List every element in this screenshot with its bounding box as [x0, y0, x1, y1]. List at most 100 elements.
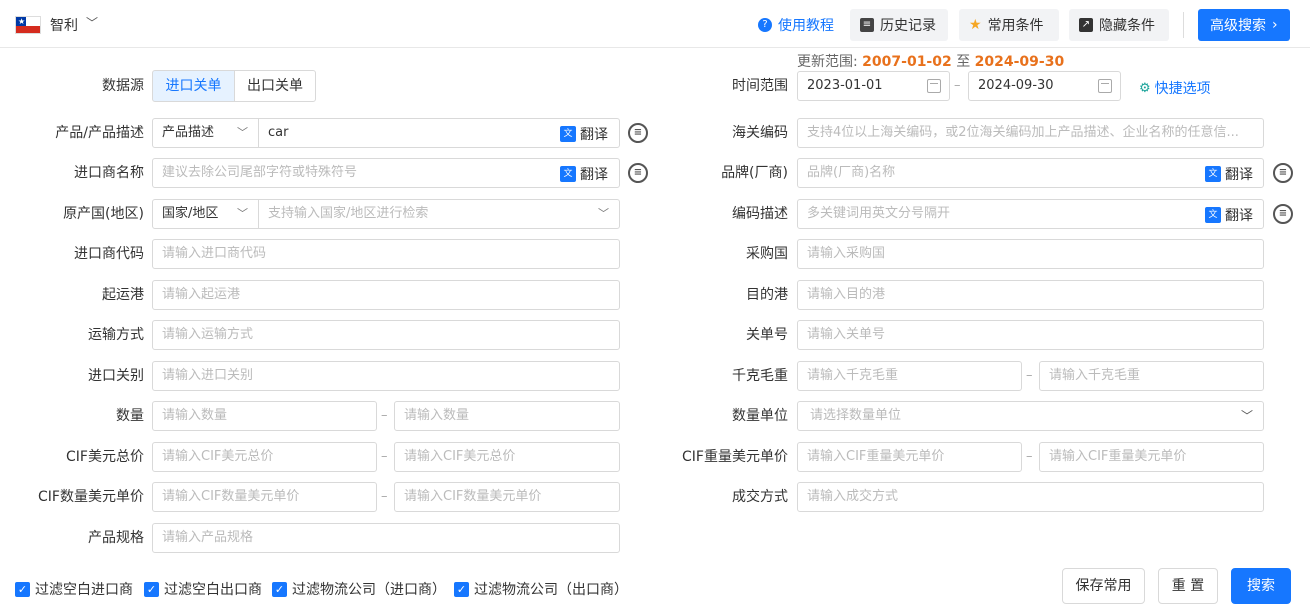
cif-unit-max-input[interactable]: 请输入CIF数量美元单价	[394, 482, 620, 512]
port-label: 起运港	[102, 287, 144, 303]
cif-unit-min-input[interactable]: 请输入CIF数量美元单价	[152, 482, 377, 512]
product-label: 产品/产品描述	[55, 125, 144, 141]
checkbox-checked-icon: ✓	[272, 581, 287, 597]
range-dash: –	[1026, 449, 1033, 464]
save-common-button[interactable]: 保存常用	[1062, 568, 1145, 604]
cif-total-label: CIF美元总价	[66, 449, 144, 465]
transport-label: 运输方式	[88, 327, 144, 343]
datasource-label: 数据源	[102, 78, 144, 94]
deal-label: 成交方式	[732, 489, 788, 505]
list-circle-icon[interactable]: ≡	[628, 163, 648, 183]
bill-input[interactable]: 请输入关单号	[797, 320, 1264, 350]
quick-options-icon: ⚙	[1139, 80, 1151, 96]
checkbox-checked-icon: ✓	[144, 581, 159, 597]
buyer-country-label: 采购国	[746, 246, 788, 262]
hs-label: 海关编码	[732, 125, 788, 141]
qty-max-input[interactable]: 请输入数量	[394, 401, 620, 431]
range-dash: –	[381, 449, 388, 464]
code-desc-label: 编码描述	[732, 206, 788, 222]
update-range: 更新范围: 2007-01-02 至 2024-09-30	[797, 54, 1065, 70]
brand-input[interactable]: 品牌(厂商)名称	[797, 158, 1264, 188]
hs-input[interactable]: 支持4位以上海关编码，或2位海关编码加上产品描述、企业名称的任意信...	[797, 118, 1264, 148]
advanced-search-button[interactable]: 高级搜索 ›	[1198, 9, 1290, 41]
chevron-down-icon: ﹀	[598, 207, 609, 220]
customs-label: 进口关别	[88, 368, 144, 384]
importer-input[interactable]: 建议去除公司尾部字符或特殊符号	[152, 158, 620, 188]
calendar-icon	[927, 79, 941, 93]
date-from-input[interactable]: 2023-01-01	[797, 71, 950, 101]
translate-icon: 文	[560, 126, 576, 142]
port-input[interactable]: 请输入起运港	[152, 280, 620, 310]
weight-max-input[interactable]: 请输入千克毛重	[1039, 361, 1264, 391]
range-dash: –	[1026, 368, 1033, 383]
quick-options-link[interactable]: ⚙ 快捷选项	[1139, 78, 1211, 98]
cif-weight-min-input[interactable]: 请输入CIF重量美元单价	[797, 442, 1022, 472]
spec-input[interactable]: 请输入产品规格	[152, 523, 620, 553]
history-button[interactable]: ≡ 历史记录	[850, 9, 948, 41]
importer-label: 进口商名称	[74, 165, 144, 181]
cif-total-max-input[interactable]: 请输入CIF美元总价	[394, 442, 620, 472]
customs-input[interactable]: 请输入进口关别	[152, 361, 620, 391]
chevron-down-icon: ﹀	[237, 126, 248, 139]
code-desc-input[interactable]: 多关键词用英文分号隔开	[797, 199, 1264, 229]
help-icon: ?	[758, 18, 772, 32]
time-label: 时间范围	[732, 78, 788, 94]
cif-weight-max-input[interactable]: 请输入CIF重量美元单价	[1039, 442, 1264, 472]
reset-button[interactable]: 重 置	[1158, 568, 1218, 604]
importer-code-label: 进口商代码	[74, 246, 144, 262]
spec-label: 产品规格	[88, 530, 144, 546]
collapse-icon: ↗	[1079, 18, 1093, 32]
chevron-down-icon: ﹀	[237, 207, 248, 220]
translate-icon: 文	[1205, 207, 1221, 223]
unit-label: 数量单位	[732, 408, 788, 424]
filter-blank-exporter-checkbox[interactable]: ✓ 过滤空白出口商	[144, 579, 262, 599]
star-icon: ★	[969, 17, 982, 33]
deal-input[interactable]: 请输入成交方式	[797, 482, 1264, 512]
origin-input[interactable]: 支持输入国家/地区进行检索 ﹀	[258, 199, 620, 229]
list-circle-icon[interactable]: ≡	[628, 123, 648, 143]
country-selector[interactable]: 智利	[50, 15, 78, 35]
date-to-input[interactable]: 2024-09-30	[968, 71, 1121, 101]
unit-select[interactable]: 请选择数量单位 ﹀	[797, 401, 1264, 431]
export-tab[interactable]: 出口关单	[234, 70, 316, 102]
translate-button[interactable]: 文翻译	[560, 124, 608, 144]
transport-input[interactable]: 请输入运输方式	[152, 320, 620, 350]
buyer-country-input[interactable]: 请输入采购国	[797, 239, 1264, 269]
calendar-icon	[1098, 79, 1112, 93]
search-button[interactable]: 搜索	[1231, 568, 1291, 604]
tutorial-link[interactable]: ? 使用教程	[748, 9, 844, 41]
chile-flag-icon[interactable]: ★	[15, 16, 41, 34]
product-type-select[interactable]: 产品描述 ﹀	[152, 118, 259, 148]
chevron-down-icon: ﹀	[1240, 409, 1253, 423]
origin-type-select[interactable]: 国家/地区 ﹀	[152, 199, 259, 229]
hide-conditions-button[interactable]: ↗ 隐藏条件	[1069, 9, 1169, 41]
cif-total-min-input[interactable]: 请输入CIF美元总价	[152, 442, 377, 472]
document-icon: ≡	[860, 18, 874, 32]
translate-button[interactable]: 文翻译	[560, 164, 608, 184]
import-tab[interactable]: 进口关单	[152, 70, 235, 102]
chevron-down-icon[interactable]: ﹀	[86, 14, 98, 31]
checkbox-checked-icon: ✓	[454, 581, 469, 597]
translate-button[interactable]: 文翻译	[1205, 164, 1253, 184]
dest-port-label: 目的港	[746, 287, 788, 303]
brand-label: 品牌(厂商)	[721, 165, 788, 181]
weight-label: 千克毛重	[732, 368, 788, 384]
translate-button[interactable]: 文翻译	[1205, 205, 1253, 225]
range-dash: –	[954, 78, 961, 93]
bill-label: 关单号	[746, 327, 788, 343]
chevron-right-icon: ›	[1272, 17, 1278, 33]
list-circle-icon[interactable]: ≡	[1273, 204, 1293, 224]
qty-label: 数量	[116, 408, 144, 424]
filter-logistics-exporter-checkbox[interactable]: ✓ 过滤物流公司（出口商）	[454, 579, 628, 599]
cif-unit-label: CIF数量美元单价	[38, 489, 144, 505]
qty-min-input[interactable]: 请输入数量	[152, 401, 377, 431]
dest-port-input[interactable]: 请输入目的港	[797, 280, 1264, 310]
filter-blank-importer-checkbox[interactable]: ✓ 过滤空白进口商	[15, 579, 133, 599]
filter-logistics-importer-checkbox[interactable]: ✓ 过滤物流公司（进口商）	[272, 579, 446, 599]
divider	[1183, 12, 1184, 38]
checkbox-checked-icon: ✓	[15, 581, 30, 597]
common-conditions-button[interactable]: ★ 常用条件	[959, 9, 1059, 41]
importer-code-input[interactable]: 请输入进口商代码	[152, 239, 620, 269]
weight-min-input[interactable]: 请输入千克毛重	[797, 361, 1022, 391]
list-circle-icon[interactable]: ≡	[1273, 163, 1293, 183]
